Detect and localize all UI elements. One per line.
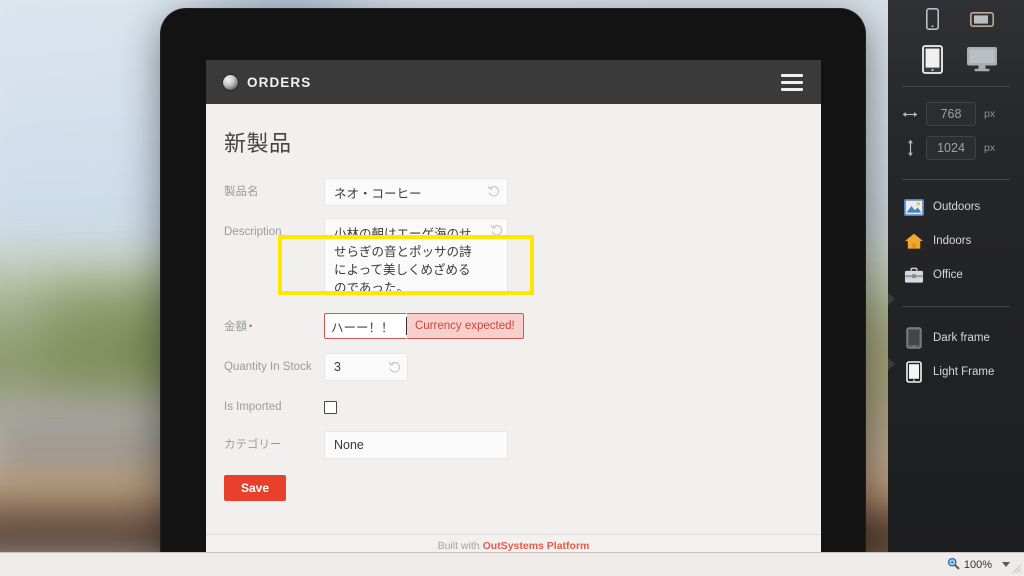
is-imported-checkbox[interactable] [324,401,337,414]
form-row-amount: 金額• Currency expected! [224,313,803,339]
label-amount-text: 金額 [224,321,247,333]
panel-item-label: Dark frame [933,332,990,344]
panel-divider [902,306,1010,307]
control-is-imported [324,393,337,419]
screenshot-root: ORDERS 新製品 製品名 ネオ・コーヒー Description 小林の朝は… [0,0,1024,576]
form-row-category: カテゴリー [224,431,803,459]
tablet-portrait-icon [922,44,943,74]
resize-grip[interactable] [1012,564,1022,574]
panel-item-label: Light Frame [933,366,995,378]
control-quantity [324,353,408,381]
new-product-form: 製品名 Description 小林の朝はエ [206,178,821,501]
panel-item-dark-frame[interactable]: Dark frame [888,321,1024,355]
label-is-imported: Is Imported [224,401,282,413]
status-bar: 100% [0,552,1024,576]
house-icon [904,231,924,251]
panel-item-indoors[interactable]: Indoors [888,224,1024,258]
width-dimension-row: px [888,97,1024,131]
hamburger-bar [781,73,803,77]
device-option-tablet-portrait[interactable] [922,42,943,76]
label-quantity-in-stock: Quantity In Stock [224,361,312,373]
device-option-phone-landscape[interactable] [969,2,994,36]
page-title: 新製品 [224,131,292,156]
footer-brand: OutSystems Platform [482,539,590,552]
panel-divider [902,179,1010,180]
height-dimension-row: px [888,131,1024,165]
device-type-grid [888,0,1024,76]
width-unit: px [984,108,996,120]
panel-item-label: Indoors [933,235,972,247]
width-arrow-icon [902,110,918,119]
form-row-description: Description 小林の朝はエーゲ海のせせらぎの音とポッサの詩によって美し… [224,218,803,301]
save-button[interactable]: Save [224,475,286,501]
dark-tablet-frame-icon [904,327,924,349]
app-screen: ORDERS 新製品 製品名 ネオ・コーヒー Description 小林の朝は… [206,60,821,556]
required-marker: • [249,321,253,331]
label-product-name: 製品名 [224,186,259,198]
app-title: ORDERS [247,74,312,90]
tablet-device-frame: ORDERS 新製品 製品名 ネオ・コーヒー Description 小林の朝は… [160,8,866,556]
landscape-image-icon [904,197,924,217]
light-tablet-frame-icon [904,361,924,383]
control-description: 小林の朝はエーゲ海のせせらぎの音とポッサの詩によって美しくめざめるのであった。 [324,218,508,301]
description-textarea[interactable]: 小林の朝はエーゲ海のせせらぎの音とポッサの詩によって美しくめざめるのであった。 [324,218,508,296]
device-preview-panel: px px Outdoors [888,0,1024,556]
hamburger-bar [781,80,803,84]
amount-input[interactable] [324,313,406,339]
phone-landscape-icon [969,11,994,27]
label-description: Description [224,226,282,238]
panel-item-label: Outdoors [933,201,981,213]
panel-marker-arrow [888,357,895,371]
height-unit: px [984,142,996,154]
width-input[interactable] [926,102,976,126]
chevron-down-icon[interactable] [1002,562,1010,567]
panel-divider [902,86,1010,87]
product-name-input[interactable] [324,178,508,206]
amount-error-message: Currency expected! [407,313,524,339]
label-amount: 金額 • [224,313,324,336]
control-amount: Currency expected! [324,313,524,339]
panel-item-office[interactable]: Office [888,258,1024,292]
phone-portrait-icon [926,8,939,30]
category-select[interactable] [324,431,508,459]
form-row-product-name: 製品名 [224,178,803,206]
briefcase-icon [904,265,924,285]
panel-marker-arrow [888,292,895,306]
footer-prefix: Built with [437,539,480,552]
height-arrow-icon [902,139,918,157]
control-product-name [324,178,508,206]
device-option-phone-portrait[interactable] [926,2,939,36]
panel-item-outdoors[interactable]: Outdoors [888,190,1024,224]
desktop-monitor-icon [966,47,997,72]
zoom-level: 100% [963,558,992,571]
device-option-desktop[interactable] [966,42,998,76]
hamburger-bar [781,87,803,91]
label-category: カテゴリー [224,439,282,451]
form-row-quantity: Quantity In Stock [224,353,803,381]
hamburger-menu-icon[interactable] [781,73,803,91]
panel-item-light-frame[interactable]: Light Frame [888,355,1024,389]
amount-field-with-error: Currency expected! [324,313,524,339]
orb-logo-icon [223,74,238,90]
form-row-is-imported: Is Imported [224,393,803,419]
height-input[interactable] [926,136,976,160]
control-category [324,431,508,459]
app-header: ORDERS [206,60,821,104]
magnifier-icon [947,557,960,573]
app-brand: ORDERS [223,74,312,90]
panel-item-label: Office [933,269,963,281]
quantity-input[interactable] [324,353,408,381]
page-content: 新製品 製品名 ネオ・コーヒー Description 小林の朝はエーゲ海のせせ… [206,104,821,556]
